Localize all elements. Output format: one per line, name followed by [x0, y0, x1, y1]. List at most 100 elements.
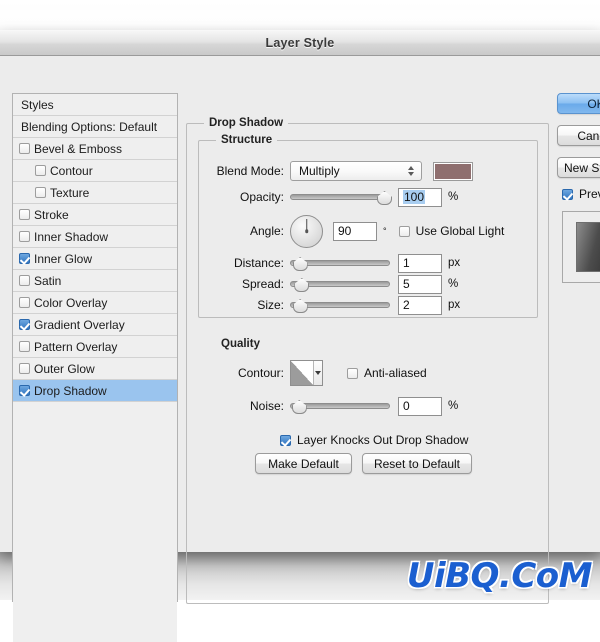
size-slider[interactable]	[290, 296, 390, 314]
opacity-input[interactable]: 100	[398, 187, 442, 207]
styles-list-panel[interactable]: Styles Blending Options: Default Bevel &…	[12, 93, 178, 642]
angle-label: Angle:	[249, 224, 284, 238]
distance-value: 1	[403, 256, 410, 270]
cancel-button[interactable]: Cancel	[557, 125, 600, 146]
style-item-satin[interactable]: Satin	[13, 270, 177, 292]
noise-input[interactable]: 0	[398, 396, 442, 416]
style-item-checkbox[interactable]	[35, 165, 46, 176]
make-default-button[interactable]: Make Default	[255, 453, 352, 474]
make-default-label: Make Default	[268, 456, 339, 471]
size-label: Size:	[257, 298, 284, 312]
use-global-light-row[interactable]: Use Global Light	[398, 224, 505, 238]
new-style-button[interactable]: New Style...	[557, 157, 600, 178]
layer-knocks-out-row[interactable]: Layer Knocks Out Drop Shadow	[280, 433, 468, 447]
style-preview-box	[562, 211, 600, 283]
styles-header-label: Styles	[21, 97, 54, 112]
anti-aliased-row[interactable]: Anti-aliased	[347, 366, 427, 380]
anti-aliased-label: Anti-aliased	[364, 366, 427, 380]
style-preview-thumbnail	[576, 222, 600, 272]
reset-to-default-button[interactable]: Reset to Default	[362, 453, 472, 474]
style-item-checkbox[interactable]	[19, 209, 30, 220]
style-item-checkbox[interactable]	[35, 187, 46, 198]
chevron-updown-icon	[405, 163, 416, 179]
opacity-slider[interactable]	[290, 188, 392, 206]
anti-aliased-checkbox[interactable]	[347, 367, 358, 379]
style-item-inner-glow[interactable]: Inner Glow	[13, 248, 177, 270]
style-item-checkbox[interactable]	[19, 319, 30, 330]
use-global-light-checkbox[interactable]	[398, 225, 410, 237]
layer-style-dialog: Layer Style Styles Blending Options: Def…	[0, 30, 600, 642]
styles-list-empty-area	[13, 402, 177, 642]
layer-knocks-out-checkbox[interactable]	[280, 434, 291, 446]
opacity-slider-track	[290, 194, 390, 200]
blend-mode-select[interactable]: Multiply	[290, 161, 422, 181]
blending-options-item[interactable]: Blending Options: Default	[13, 116, 177, 138]
use-global-light-label: Use Global Light	[415, 224, 505, 238]
opacity-unit: %	[448, 191, 459, 203]
style-item-checkbox[interactable]	[19, 297, 30, 308]
style-item-label: Inner Glow	[34, 251, 93, 266]
spread-slider[interactable]	[290, 275, 390, 293]
dialog-titlebar[interactable]: Layer Style	[0, 30, 600, 56]
style-item-texture[interactable]: Texture	[13, 182, 177, 204]
style-item-checkbox[interactable]	[19, 143, 30, 154]
style-item-checkbox[interactable]	[19, 385, 30, 396]
style-item-stroke[interactable]: Stroke	[13, 204, 177, 226]
angle-dial[interactable]	[290, 214, 323, 248]
dialog-body: Styles Blending Options: Default Bevel &…	[0, 56, 600, 642]
contour-label: Contour:	[237, 366, 284, 380]
style-item-checkbox[interactable]	[19, 253, 30, 264]
blending-options-label: Blending Options: Default	[21, 119, 158, 134]
style-item-drop-shadow[interactable]: Drop Shadow	[13, 380, 177, 402]
styles-list-header[interactable]: Styles	[13, 94, 177, 116]
blend-mode-value: Multiply	[299, 164, 340, 178]
style-item-label: Gradient Overlay	[34, 317, 125, 332]
quality-group-title: Quality	[216, 338, 265, 350]
preview-checkbox[interactable]	[562, 188, 573, 200]
spread-unit: %	[448, 278, 459, 290]
style-item-checkbox[interactable]	[19, 363, 30, 374]
style-item-bevel-emboss[interactable]: Bevel & Emboss	[13, 138, 177, 160]
style-item-contour[interactable]: Contour	[13, 160, 177, 182]
style-item-label: Bevel & Emboss	[34, 141, 123, 156]
contour-curve-thumbnail	[291, 361, 313, 385]
opacity-label: Opacity:	[239, 190, 284, 204]
preview-row[interactable]: Preview	[562, 187, 600, 201]
styles-effect-list: Bevel & Emboss Contour Texture Stroke Inner …	[13, 138, 177, 402]
noise-label: Noise:	[249, 399, 284, 413]
style-item-checkbox[interactable]	[19, 231, 30, 242]
contour-preset-picker[interactable]	[290, 360, 323, 386]
preview-label: Preview	[579, 187, 600, 201]
spread-row: Spread: 5 %	[206, 273, 458, 295]
angle-input[interactable]: 90	[333, 221, 377, 241]
new-style-label: New Style...	[563, 160, 600, 175]
style-item-checkbox[interactable]	[19, 275, 30, 286]
style-item-color-overlay[interactable]: Color Overlay	[13, 292, 177, 314]
style-item-inner-shadow[interactable]: Inner Shadow	[13, 226, 177, 248]
style-item-label: Color Overlay	[34, 295, 108, 310]
size-value: 2	[403, 298, 410, 312]
style-item-pattern-overlay[interactable]: Pattern Overlay	[13, 336, 177, 358]
opacity-row: Opacity: 100 %	[206, 186, 458, 208]
size-unit: px	[448, 299, 461, 311]
style-item-label: Outer Glow	[34, 361, 95, 376]
drop-shadow-group-title: Drop Shadow	[204, 117, 289, 129]
angle-unit: °	[383, 226, 387, 236]
style-item-gradient-overlay[interactable]: Gradient Overlay	[13, 314, 177, 336]
blend-mode-label: Blend Mode:	[216, 164, 284, 178]
spread-value: 5	[403, 277, 410, 291]
distance-slider[interactable]	[290, 254, 390, 272]
shadow-color-swatch[interactable]	[433, 161, 473, 181]
ok-button[interactable]: OK	[557, 93, 600, 114]
spread-input[interactable]: 5	[398, 274, 442, 294]
distance-input[interactable]: 1	[398, 253, 442, 273]
noise-slider[interactable]	[290, 397, 390, 415]
style-item-label: Texture	[50, 185, 90, 200]
opacity-value: 100	[403, 190, 426, 204]
style-item-checkbox[interactable]	[19, 341, 30, 352]
distance-label: Distance:	[233, 256, 284, 270]
chevron-down-icon[interactable]	[312, 361, 322, 385]
size-row: Size: 2 px	[206, 294, 460, 316]
style-item-outer-glow[interactable]: Outer Glow	[13, 358, 177, 380]
size-input[interactable]: 2	[398, 295, 442, 315]
